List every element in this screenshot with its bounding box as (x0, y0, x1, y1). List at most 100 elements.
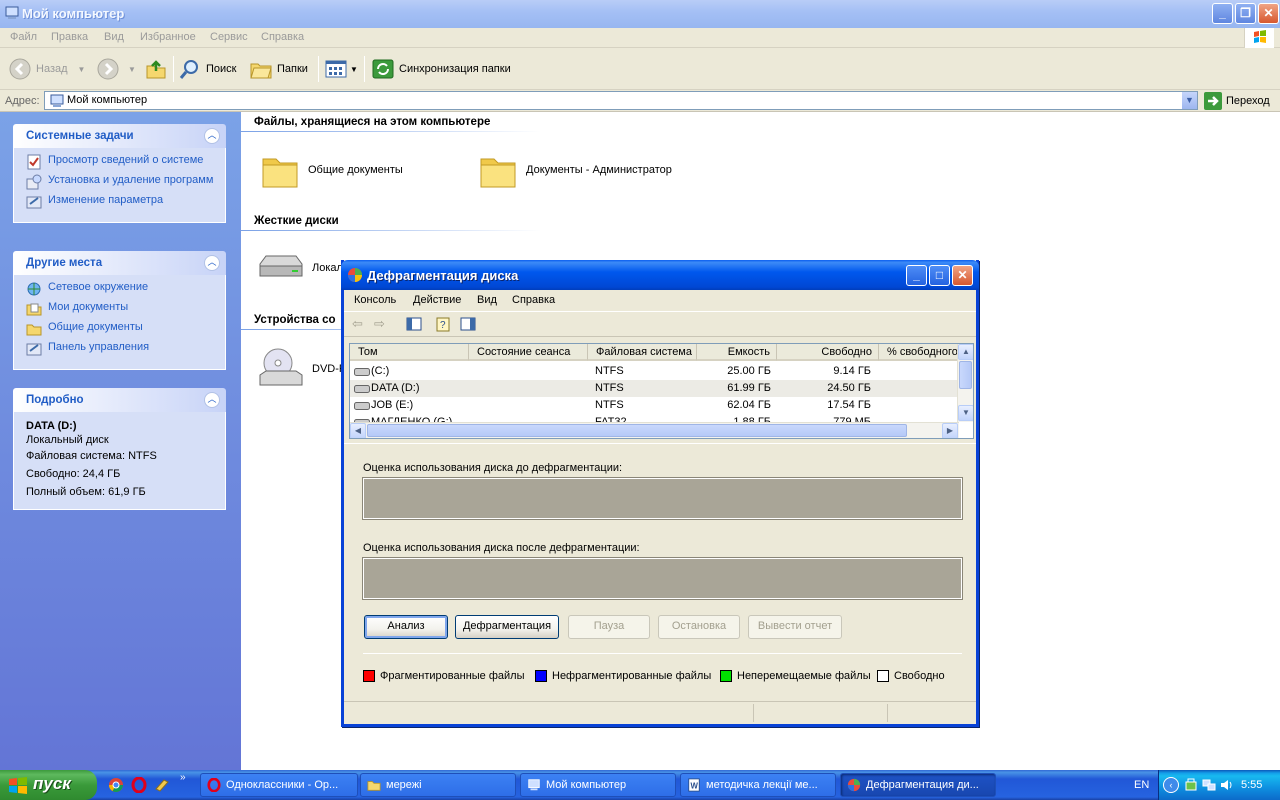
go-button[interactable]: Переход (1204, 92, 1270, 110)
vertical-scrollbar[interactable]: ▲ ▼ (957, 344, 973, 422)
back-arrow-icon[interactable]: ⇦ (352, 316, 363, 332)
back-button[interactable]: Назад ▼ (8, 56, 85, 82)
network-places-link[interactable]: Сетевое окружение (26, 281, 215, 297)
address-dropdown-icon[interactable]: ▼ (1181, 92, 1197, 109)
defrag-close-button[interactable]: ✕ (952, 265, 973, 286)
menu-tools[interactable]: Сервис (210, 31, 248, 43)
minimize-button[interactable]: _ (1212, 3, 1233, 24)
chrome-icon[interactable] (108, 777, 124, 793)
details-header[interactable]: Подробно ︿ (13, 388, 226, 412)
defrag-maximize-button[interactable]: □ (929, 265, 950, 286)
search-button[interactable]: Поиск (178, 56, 236, 82)
dvd-drive-icon (259, 348, 303, 386)
view-system-info-link[interactable]: Просмотр сведений о системе (26, 154, 215, 170)
start-button[interactable]: пуск (0, 770, 97, 800)
quick-launch-app-icon[interactable] (154, 777, 170, 793)
stop-button[interactable]: Остановка (658, 615, 740, 639)
show-hide-tree-icon[interactable] (406, 317, 422, 331)
legend-unmovable: Неперемещаемые файлы (720, 670, 871, 682)
other-places-header[interactable]: Другие места ︿ (13, 251, 226, 275)
defrag-menu-help[interactable]: Справка (512, 294, 555, 306)
view-report-button[interactable]: Вывести отчет (748, 615, 842, 639)
help-icon[interactable]: ? (436, 316, 452, 332)
close-button[interactable]: ✕ (1258, 3, 1279, 24)
control-panel-link[interactable]: Панель управления (26, 341, 215, 357)
dvd-drive-item[interactable]: DVD-R (256, 345, 347, 393)
shared-documents-link[interactable]: Общие документы (26, 321, 215, 337)
menu-help[interactable]: Справка (261, 31, 304, 43)
analyze-button[interactable]: Анализ (364, 615, 448, 639)
defrag-minimize-button[interactable]: _ (906, 265, 927, 286)
column-header-volume[interactable]: Том (350, 344, 469, 361)
search-icon (179, 60, 198, 79)
tray-expand-icon[interactable]: ‹ (1163, 777, 1179, 793)
up-folder-button[interactable] (144, 56, 168, 82)
table-row[interactable]: (C:) NTFS 25.00 ГБ 9.14 ГБ (350, 363, 959, 380)
system-tasks-panel: Системные задачи ︿ Просмотр сведений о с… (13, 124, 226, 223)
language-indicator[interactable]: EN (1134, 779, 1149, 791)
collapse-chevron-icon[interactable]: ︿ (204, 392, 220, 408)
scroll-down-icon[interactable]: ▼ (958, 405, 973, 421)
scroll-up-icon[interactable]: ▲ (958, 344, 973, 360)
horizontal-scroll-thumb[interactable] (367, 424, 907, 437)
menu-edit[interactable]: Правка (51, 31, 88, 43)
admin-documents-folder[interactable]: Документы - Администратор (478, 150, 672, 190)
table-row[interactable]: МАГДЕНКО (G:) FAT32 1.88 ГБ 779 МБ (350, 414, 959, 422)
column-header-session-state[interactable]: Состояние сеанса (469, 344, 588, 361)
scroll-left-icon[interactable]: ◀ (350, 423, 366, 438)
column-header-capacity[interactable]: Емкость (697, 344, 777, 361)
column-header-percent-free[interactable]: % свободного (879, 344, 959, 361)
column-header-free[interactable]: Свободно (777, 344, 879, 361)
collapse-chevron-icon[interactable]: ︿ (204, 128, 220, 144)
table-row[interactable]: JOB (E:) NTFS 62.04 ГБ 17.54 ГБ (350, 397, 959, 414)
safely-remove-hardware-icon[interactable] (1183, 777, 1199, 793)
forward-arrow-icon[interactable]: ⇨ (374, 316, 385, 332)
sync-folder-button[interactable]: Синхронизация папки (371, 56, 511, 82)
shared-documents-folder[interactable]: Общие документы (260, 150, 403, 190)
defrag-title-bar: Дефрагментация диска _ □ ✕ (341, 260, 979, 290)
maximize-button[interactable]: ❐ (1235, 3, 1256, 24)
show-hide-action-pane-icon[interactable] (460, 317, 476, 331)
details-drive-name: DATA (D:) (26, 420, 77, 432)
views-dropdown-icon: ▼ (350, 64, 358, 74)
scroll-right-icon[interactable]: ▶ (942, 423, 958, 438)
taskbar-button-defrag[interactable]: Дефрагментация ди... (840, 773, 996, 797)
collapse-chevron-icon[interactable]: ︿ (204, 255, 220, 271)
local-disk-item[interactable]: Локал (256, 252, 343, 284)
column-header-file-system[interactable]: Файловая система (588, 344, 697, 361)
control-panel-icon (26, 196, 42, 209)
defrag-menu-view[interactable]: Вид (477, 294, 497, 306)
taskbar: пуск » Одноклассники - Ор... мережі Мой … (0, 770, 1280, 800)
menu-view[interactable]: Вид (104, 31, 124, 43)
change-setting-link[interactable]: Изменение параметра (26, 194, 215, 210)
network-connection-icon[interactable] (1201, 777, 1217, 793)
taskbar-button-merezhi[interactable]: мережі (360, 773, 516, 797)
quick-launch-expand-icon[interactable]: » (180, 772, 186, 783)
details-free-space: Свободно: 24,4 ГБ (26, 468, 121, 480)
vertical-scroll-thumb[interactable] (959, 361, 972, 389)
defrag-menu-action[interactable]: Действие (413, 294, 461, 306)
folders-button[interactable]: Папки (249, 56, 308, 82)
menu-favorites[interactable]: Избранное (140, 31, 196, 43)
drive-icon (354, 368, 370, 376)
taskbar-button-my-computer[interactable]: Мой компьютер (520, 773, 676, 797)
taskbar-button-odnoklassniki[interactable]: Одноклассники - Ор... (200, 773, 358, 797)
taskbar-button-word-doc[interactable]: W методичка лекції ме... (680, 773, 836, 797)
pause-button[interactable]: Пауза (568, 615, 650, 639)
table-row[interactable]: DATA (D:) NTFS 61.99 ГБ 24.50 ГБ (350, 380, 959, 397)
defrag-menu-bar: Консоль Действие Вид Справка (344, 290, 976, 310)
forward-button[interactable]: ▼ (96, 56, 136, 82)
horizontal-scrollbar[interactable]: ◀ ▶ (350, 422, 959, 438)
add-remove-programs-link[interactable]: Установка и удаление программ (26, 174, 215, 190)
views-button[interactable]: ▼ (324, 56, 358, 82)
address-field[interactable]: Мой компьютер ▼ (44, 91, 1198, 110)
opera-icon[interactable] (131, 777, 147, 793)
tray-clock[interactable]: 5:55 (1241, 779, 1262, 791)
go-arrow-icon (1204, 92, 1222, 110)
system-tasks-header[interactable]: Системные задачи ︿ (13, 124, 226, 148)
defrag-menu-console[interactable]: Консоль (354, 294, 396, 306)
my-documents-link[interactable]: Мои документы (26, 301, 215, 317)
volume-icon[interactable] (1219, 777, 1235, 793)
defragment-button[interactable]: Дефрагментация (455, 615, 559, 639)
menu-file[interactable]: Файл (10, 31, 37, 43)
